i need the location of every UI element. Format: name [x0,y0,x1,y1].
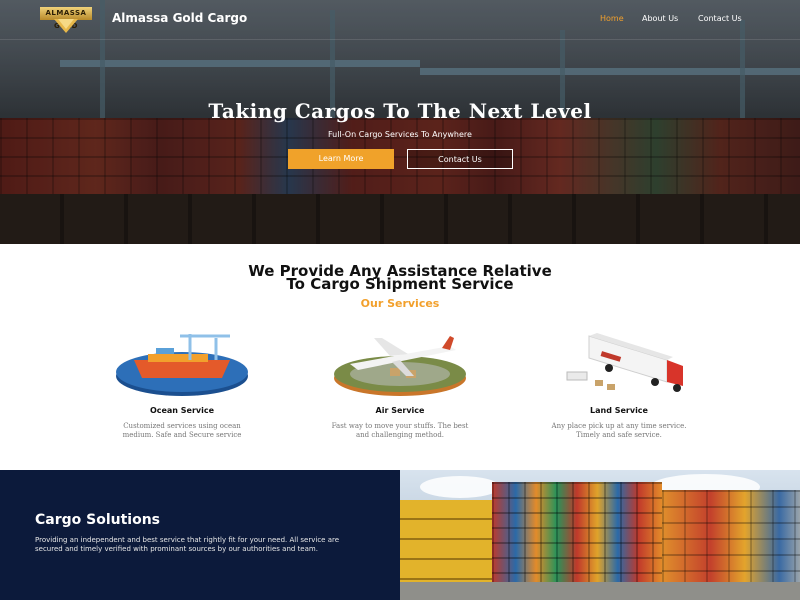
nav-link-home[interactable]: Home [600,14,624,23]
yard-ground [400,582,800,600]
brand-logo[interactable]: ALMASSA GOLD [40,7,92,33]
truck-icon [549,330,689,398]
top-navbar: ALMASSA GOLD Almassa Gold Cargo Home Abo… [0,0,800,40]
learn-more-button[interactable]: Learn More [288,149,394,169]
container-stack-photo [400,470,800,600]
services-heading: We Provide Any Assistance Relative To Ca… [0,264,800,293]
service-description: Fast way to move your stuffs. The best a… [331,422,469,439]
service-title: Land Service [590,406,648,415]
service-description: Customized services using ocean medium. … [122,422,242,439]
service-title: Ocean Service [149,406,215,415]
service-title: Air Service [375,406,425,415]
service-card-land[interactable]: Land Service Any place pick up at any ti… [519,330,719,440]
service-card-ocean[interactable]: Ocean Service Customized services using … [82,330,282,440]
service-card-air[interactable]: Air Service Fast way to move your stuffs… [300,330,500,440]
ship-crane-icon [112,330,252,398]
cargo-solutions-text: Providing an independent and best servic… [35,536,340,553]
airplane-icon [330,330,470,398]
diamond-icon [54,19,78,33]
hero-subtitle: Full-On Cargo Services To Anywhere [328,130,472,139]
nav-link-about[interactable]: About Us [642,14,678,23]
cargo-solutions-title: Cargo Solutions [35,512,161,528]
hero-banner: ALMASSA GOLD Almassa Gold Cargo Home Abo… [0,0,800,244]
service-description: Any place pick up at any time service. T… [551,422,687,439]
contact-us-button[interactable]: Contact Us [407,149,513,169]
hero-title: Taking Cargos To The Next Level [208,99,592,123]
services-heading-line2: To Cargo Shipment Service [286,275,514,293]
nav-link-contact[interactable]: Contact Us [698,14,742,23]
services-section-header: We Provide Any Assistance Relative To Ca… [0,264,800,311]
brand-name[interactable]: Almassa Gold Cargo [112,11,247,25]
cargo-solutions-panel: Cargo Solutions Providing an independent… [0,470,400,600]
services-tagline: Our Services [360,297,440,310]
